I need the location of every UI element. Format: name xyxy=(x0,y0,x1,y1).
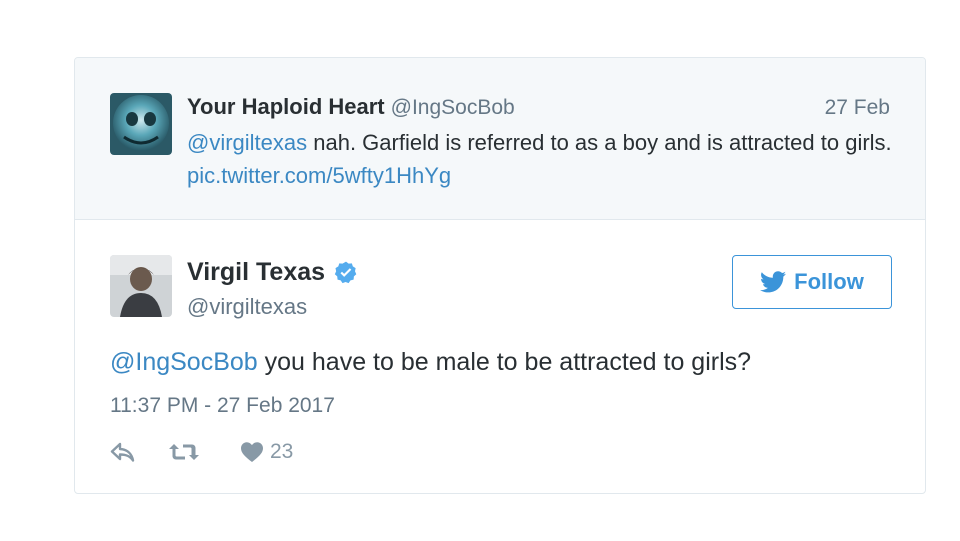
tweet-actions: 23 xyxy=(110,440,293,464)
tweet-timestamp[interactable]: 11:37 PM - 27 Feb 2017 xyxy=(110,394,335,418)
quoted-mention-link[interactable]: @virgiltexas xyxy=(187,130,307,155)
reply-button[interactable] xyxy=(110,442,136,462)
like-button[interactable]: 23 xyxy=(240,440,293,464)
like-count: 23 xyxy=(270,440,294,463)
retweet-icon xyxy=(169,444,199,460)
main-display-name[interactable]: Virgil Texas xyxy=(187,258,325,287)
quoted-date[interactable]: 27 Feb xyxy=(825,96,890,120)
quoted-text: @virgiltexas nah. Garfield is referred t… xyxy=(187,126,897,192)
tweet-embed-card: Your Haploid Heart @IngSocBob 27 Feb @vir… xyxy=(74,57,926,494)
quoted-author[interactable]: Your Haploid Heart @IngSocBob xyxy=(187,94,515,120)
heart-icon xyxy=(241,442,263,462)
main-avatar[interactable] xyxy=(110,255,172,317)
main-handle[interactable]: @virgiltexas xyxy=(187,294,307,320)
follow-label: Follow xyxy=(794,269,864,294)
quoted-display-name[interactable]: Your Haploid Heart xyxy=(187,94,385,119)
verified-badge-icon xyxy=(334,261,357,283)
main-author[interactable]: Virgil Texas xyxy=(187,258,359,287)
quoted-avatar[interactable] xyxy=(110,93,172,155)
follow-button[interactable]: Follow xyxy=(732,255,892,309)
main-body: you have to be male to be attracted to g… xyxy=(257,348,752,376)
quoted-pic-link[interactable]: pic.twitter.com/5wfty1HhYg xyxy=(187,163,451,188)
reply-icon xyxy=(110,442,135,462)
quoted-body: nah. Garfield is referred to as a boy an… xyxy=(307,130,892,155)
quoted-tweet[interactable]: Your Haploid Heart @IngSocBob 27 Feb @vir… xyxy=(75,58,925,220)
twitter-bird-icon xyxy=(760,271,787,293)
main-mention-link[interactable]: @IngSocBob xyxy=(110,348,258,376)
quoted-handle[interactable]: @IngSocBob xyxy=(391,96,515,119)
main-tweet-text: @IngSocBob you have to be male to be att… xyxy=(110,348,751,377)
retweet-button[interactable] xyxy=(168,441,200,463)
